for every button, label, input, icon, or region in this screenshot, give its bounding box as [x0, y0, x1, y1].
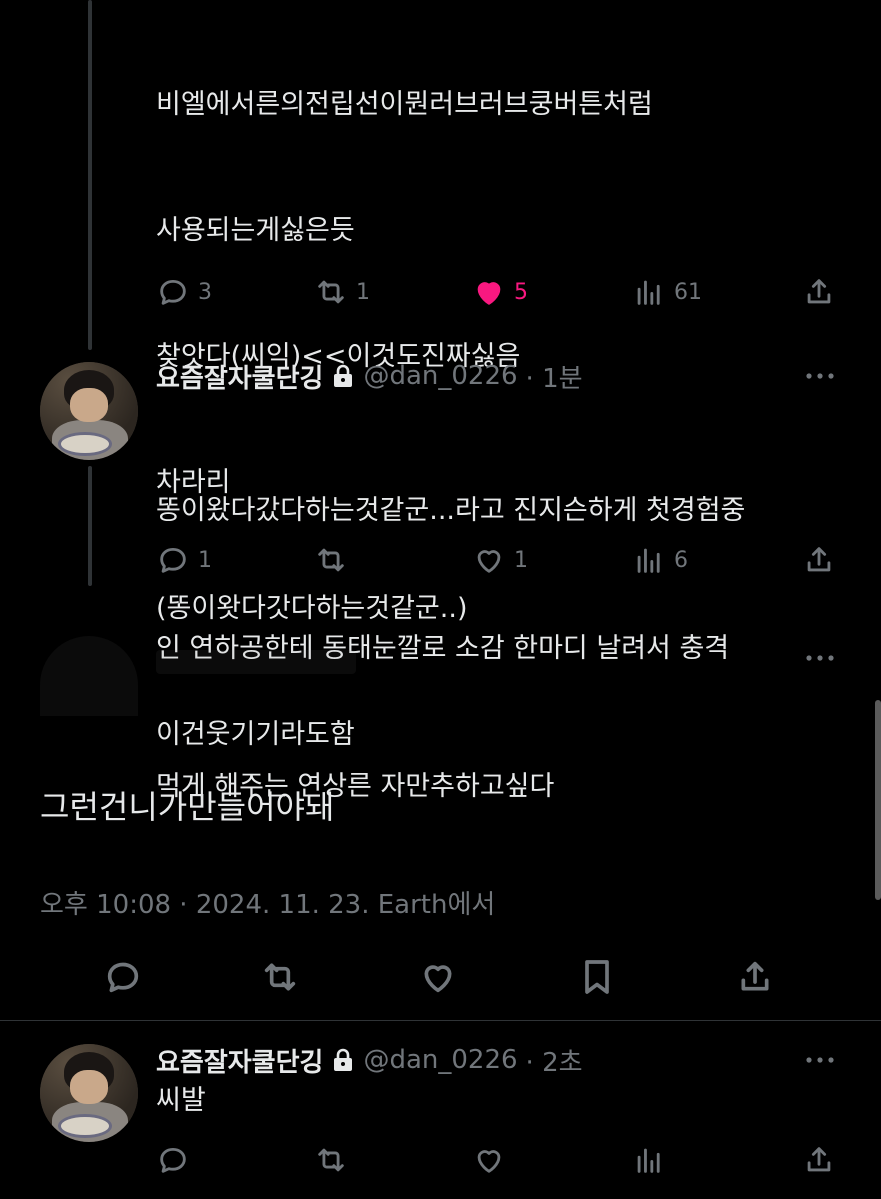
more-icon[interactable]	[803, 1050, 837, 1070]
view-count: 61	[674, 279, 702, 305]
views-icon	[637, 548, 660, 573]
like-button[interactable]	[413, 952, 463, 1002]
like-count: 1	[514, 547, 528, 573]
thread-connector-line	[88, 466, 92, 586]
thread-connector-line	[88, 0, 92, 350]
view-count: 6	[674, 547, 688, 573]
user-handle[interactable]: @dan_0226	[363, 361, 517, 391]
reply-icon	[160, 1147, 186, 1173]
main-tweet-actions	[0, 952, 881, 1002]
display-name[interactable]: 요즘잘자쿨단깅	[156, 1042, 323, 1079]
tweet-header: 요즘잘자쿨단깅 @dan_0226 · 2초	[156, 1040, 846, 1080]
parent-tweet-actions: 3 1 5 61	[156, 272, 846, 312]
like-button[interactable]: 5	[472, 272, 528, 312]
lock-icon	[331, 363, 355, 389]
more-icon[interactable]	[803, 366, 837, 386]
share-button[interactable]	[802, 540, 836, 580]
tweet-timestamp[interactable]: 오후 10:08 · 2024. 11. 23. Earth에서	[40, 884, 495, 921]
share-icon	[807, 279, 831, 304]
share-icon	[807, 547, 831, 572]
tweet-time[interactable]: · 1분	[526, 358, 583, 395]
retweet-icon	[318, 1148, 344, 1172]
reply-count: 1	[198, 547, 212, 573]
tweet-header: 요즘잘자쿨단깅 @dan_0226 · 1분	[156, 356, 846, 396]
retweet-icon	[318, 280, 344, 304]
retweet-icon	[318, 548, 344, 572]
avatar[interactable]	[40, 1044, 138, 1142]
reply-button[interactable]	[156, 1140, 190, 1180]
main-tweet-text: 그런건니가만들어야돼	[40, 788, 335, 826]
tweet-line: 사용되는게싫은듯	[156, 215, 355, 246]
tweet-line: 비엘에서른의전립선이뭔러브러브쿵버튼처럼	[156, 89, 653, 120]
views-button[interactable]	[632, 1140, 666, 1180]
retweet-button[interactable]	[255, 952, 305, 1002]
lock-icon	[331, 1047, 355, 1073]
avatar[interactable]	[40, 362, 138, 460]
views-icon	[637, 280, 660, 305]
display-name[interactable]: 요즘잘자쿨단깅	[156, 358, 323, 395]
divider	[0, 1020, 881, 1021]
faded-tweet-placeholder	[40, 636, 840, 716]
views-icon	[637, 1148, 660, 1173]
share-button[interactable]	[802, 1140, 836, 1180]
retweet-button[interactable]	[314, 1140, 348, 1180]
reply-button[interactable]: 1	[156, 540, 212, 580]
retweet-icon	[264, 963, 296, 991]
like-button[interactable]	[472, 1140, 506, 1180]
share-icon	[807, 1147, 831, 1172]
last-tweet-actions	[156, 1140, 846, 1180]
heart-icon	[477, 282, 501, 305]
share-icon	[741, 961, 769, 991]
reply-tweet-actions: 1 1 6	[156, 540, 846, 580]
reply-icon	[160, 547, 186, 573]
reply-icon	[160, 279, 186, 305]
tweet-line: 똥이왔다갔다하는것같군...라고 진지슨하게 첫경험중	[156, 495, 746, 526]
reply-count: 3	[198, 279, 212, 305]
bookmark-button[interactable]	[572, 952, 622, 1002]
heart-icon	[477, 1150, 501, 1173]
user-handle[interactable]: @dan_0226	[363, 1045, 517, 1075]
heart-icon	[424, 965, 452, 993]
reply-button[interactable]	[98, 952, 148, 1002]
retweet-button[interactable]: 1	[314, 272, 370, 312]
bookmark-icon	[585, 960, 609, 994]
reply-button[interactable]: 3	[156, 272, 212, 312]
scrollbar[interactable]	[875, 700, 881, 900]
like-count: 5	[514, 279, 528, 305]
heart-icon	[477, 550, 501, 573]
views-button[interactable]: 61	[632, 272, 702, 312]
like-button[interactable]: 1	[472, 540, 528, 580]
views-button[interactable]: 6	[632, 540, 688, 580]
share-button[interactable]	[730, 952, 780, 1002]
last-tweet-text: 씨발	[156, 1085, 206, 1116]
more-icon[interactable]	[803, 648, 837, 668]
reply-icon	[107, 962, 139, 993]
tweet-time[interactable]: · 2초	[526, 1042, 583, 1079]
retweet-button[interactable]	[314, 540, 356, 580]
share-button[interactable]	[802, 272, 836, 312]
retweet-count: 1	[356, 279, 370, 305]
